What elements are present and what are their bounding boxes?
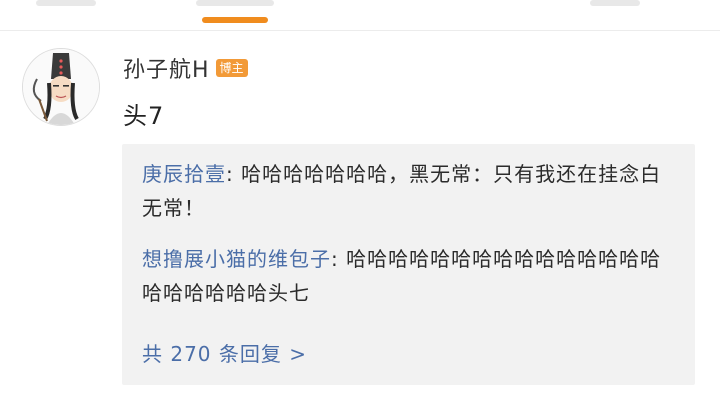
active-tab-indicator bbox=[202, 17, 268, 23]
tab-active[interactable] bbox=[196, 0, 274, 6]
tab-right[interactable] bbox=[590, 0, 640, 6]
user-avatar[interactable] bbox=[22, 48, 100, 126]
header-divider bbox=[0, 30, 720, 31]
reply-author[interactable]: 想撸展小猫的维包子 bbox=[142, 247, 331, 271]
top-tab-bar bbox=[0, 0, 720, 30]
reply-separator: : bbox=[226, 162, 242, 186]
avatar-illustration bbox=[23, 49, 99, 125]
author-name[interactable]: 孙子航H bbox=[123, 52, 210, 84]
reply-author[interactable]: 庚辰拾壹 bbox=[142, 162, 226, 186]
comment-author[interactable]: 孙子航H 博主 bbox=[123, 52, 248, 84]
reply-item[interactable]: 庚辰拾壹: 哈哈哈哈哈哈哈，黑无常：只有我还在挂念白无常！ bbox=[142, 157, 662, 225]
blogger-badge: 博主 bbox=[215, 59, 248, 77]
tab-left[interactable] bbox=[36, 0, 96, 6]
view-all-replies-link[interactable]: 共 270 条回复 > bbox=[142, 338, 307, 367]
comment-text: 头7 bbox=[123, 102, 165, 130]
reply-item[interactable]: 想撸展小猫的维包子: 哈哈哈哈哈哈哈哈哈哈哈哈哈哈哈哈哈哈哈哈哈头七 bbox=[142, 242, 662, 310]
replies-container[interactable]: 庚辰拾壹: 哈哈哈哈哈哈哈，黑无常：只有我还在挂念白无常！ 想撸展小猫的维包子:… bbox=[122, 144, 695, 385]
reply-separator: : bbox=[331, 247, 347, 271]
